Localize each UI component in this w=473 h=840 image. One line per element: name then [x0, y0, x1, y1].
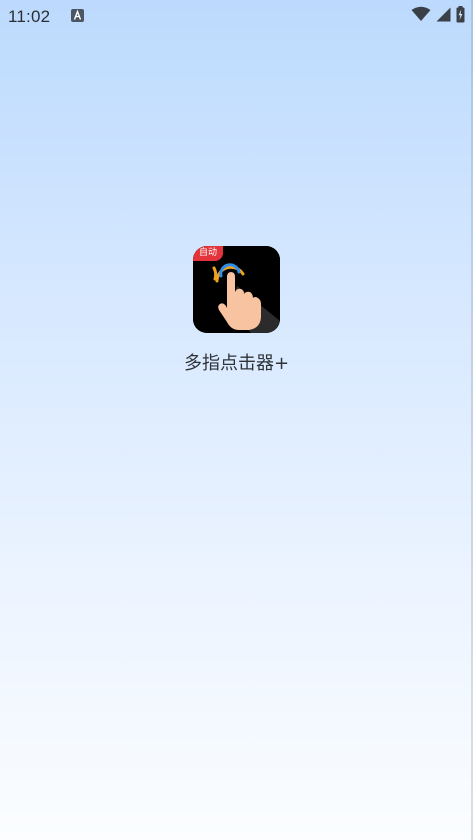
app-name: 多指点击器+: [183, 353, 290, 374]
splash-screen: 自动 多指点击器+: [0, 0, 473, 840]
app-icon: 自动: [193, 246, 280, 333]
auto-badge: 自动: [193, 246, 223, 261]
